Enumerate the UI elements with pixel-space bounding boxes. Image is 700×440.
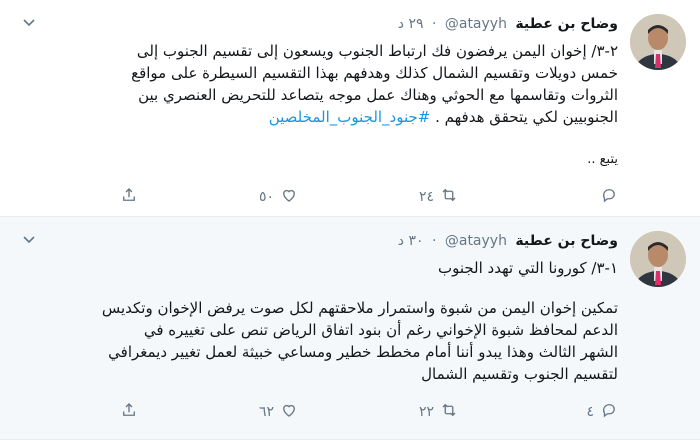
tweet-header: وضاح بن عطية @atayyh · ٢٩ د (398, 16, 618, 32)
tweet-subtitle: ١-٣/ كورونا التي تهدد الجنوب (437, 259, 618, 277)
share-icon (120, 186, 138, 208)
tweet-text-line: الدعم لمحافظ شبوة الإخواني رغم أن بنود ا… (143, 321, 618, 339)
tweet-actions: ٢٤ ٥٠ (18, 186, 618, 208)
reply-button[interactable]: ٤ (586, 401, 618, 423)
author-name[interactable]: وضاح بن عطية (515, 16, 618, 32)
tweet-header: وضاح بن عطية @atayyh · ٣٠ د (398, 233, 618, 249)
hashtag-link[interactable]: #جنود_الجنوب_المخلصين (269, 108, 431, 126)
like-button[interactable]: ٦٢ (259, 401, 298, 423)
tweet-text-line: الثروات وتقاسمها مع الحوثي وهناك عمل موج… (138, 86, 618, 104)
like-count: ٦٢ (258, 404, 274, 420)
avatar[interactable] (630, 14, 686, 70)
separator-dot: · (431, 233, 437, 249)
tweet-feed: وضاح بن عطية @atayyh · ٢٩ د ٢-٣/ إخوان ا… (0, 0, 700, 440)
author-handle[interactable]: @atayyh (445, 233, 507, 249)
author-name[interactable]: وضاح بن عطية (515, 233, 618, 249)
tweet-text-line: ٢-٣/ إخوان اليمن يرفضون فك ارتباط الجنوب… (136, 42, 618, 60)
tweet-text-line: خمس دويلات وتقسيم الشمال كذلك وهدفهم بهذ… (131, 64, 618, 82)
reply-icon (600, 401, 618, 423)
chevron-down-icon[interactable] (22, 14, 36, 28)
retweet-button[interactable]: ٢٢ (419, 401, 458, 423)
retweet-icon (440, 186, 458, 208)
tweet[interactable]: وضاح بن عطية @atayyh · ٣٠ د ١-٣/ كورونا … (0, 217, 700, 440)
avatar[interactable] (630, 231, 686, 287)
tweet-time[interactable]: ٣٠ د (398, 233, 424, 249)
author-handle[interactable]: @atayyh (445, 16, 507, 32)
tweet-text-line: الجنوبيين لكي يتحقق هدفهم . #جنود_الجنوب… (18, 106, 618, 128)
tweet-text-line: تمكين إخوان اليمن من شبوة واستمرار ملاحق… (101, 299, 618, 317)
reply-count: ٤ (586, 404, 594, 420)
heart-icon (280, 401, 298, 423)
reply-button[interactable] (594, 186, 618, 208)
separator-dot: · (431, 16, 437, 32)
share-icon (120, 401, 138, 423)
retweet-button[interactable]: ٢٤ (419, 186, 458, 208)
tweet-text-segment: الجنوبيين لكي يتحقق هدفهم . (430, 108, 618, 126)
tweet-text: ٢-٣/ إخوان اليمن يرفضون فك ارتباط الجنوب… (18, 40, 618, 128)
tweet-actions: ٤ ٢٢ ٦٢ (18, 401, 618, 423)
retweet-icon (440, 401, 458, 423)
tweet-text: تمكين إخوان اليمن من شبوة واستمرار ملاحق… (18, 297, 618, 385)
tweet-time[interactable]: ٢٩ د (398, 16, 424, 32)
tweet[interactable]: وضاح بن عطية @atayyh · ٢٩ د ٢-٣/ إخوان ا… (0, 0, 700, 217)
tweet-text-line: الشهر الثالث وهذا يبدو أننا أمام مخطط خط… (108, 343, 618, 361)
retweet-count: ٢٢ (418, 404, 434, 420)
heart-icon (280, 186, 298, 208)
share-button[interactable] (120, 401, 138, 423)
continuation-note: يتبع .. (587, 152, 618, 167)
reply-icon (600, 186, 618, 208)
like-button[interactable]: ٥٠ (259, 186, 298, 208)
share-button[interactable] (120, 186, 138, 208)
like-count: ٥٠ (258, 189, 274, 205)
tweet-text-line: لتقسيم الجنوب وتقسيم الشمال (421, 365, 618, 383)
retweet-count: ٢٤ (418, 189, 434, 205)
chevron-down-icon[interactable] (22, 231, 36, 245)
